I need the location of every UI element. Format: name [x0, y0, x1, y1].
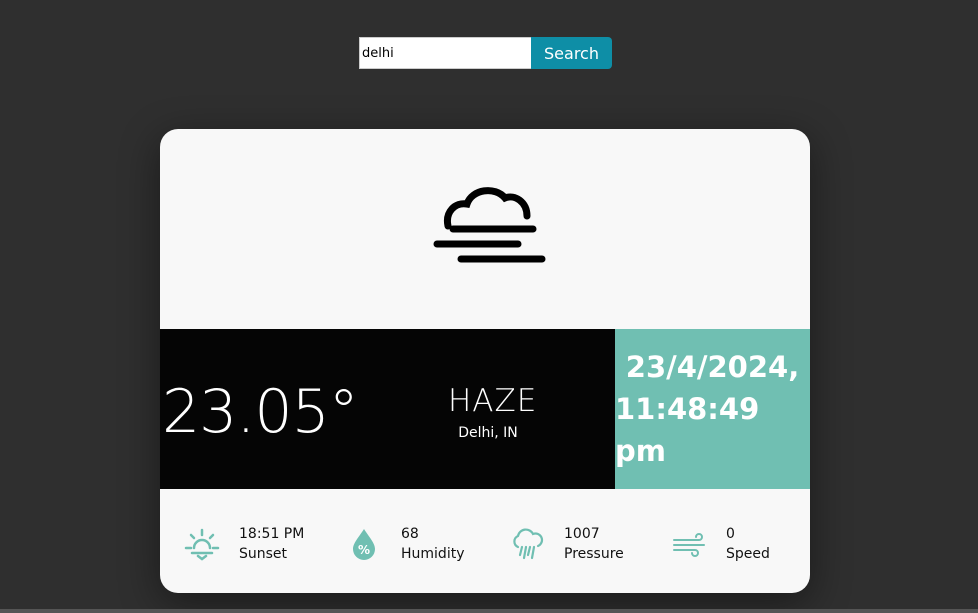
humidity-value: 68 [401, 526, 419, 542]
wind-icon [669, 524, 709, 564]
stat-pressure: 1007 Pressure [507, 524, 624, 564]
temperature: 23.05° [162, 377, 359, 447]
stat-humidity: % 68 Humidity [344, 524, 464, 564]
pressure-value: 1007 [564, 526, 600, 542]
weather-summary: 23.05° HAZE Delhi, IN [160, 329, 615, 489]
location: Delhi, IN [458, 425, 518, 441]
humidity-icon: % [344, 524, 384, 564]
condition-block: HAZE Delhi, IN [448, 383, 538, 441]
weather-icon-area [160, 129, 810, 329]
search-bar: Search [359, 37, 612, 69]
search-input[interactable] [359, 37, 531, 69]
haze-icon [433, 187, 546, 263]
search-button[interactable]: Search [531, 37, 612, 69]
humidity-label: Humidity [401, 546, 465, 562]
pressure-label: Pressure [564, 546, 624, 562]
sunset-value: 18:51 PM [239, 526, 305, 542]
bottom-strip [0, 609, 978, 613]
stat-sunset: 18:51 PM Sunset [182, 524, 304, 564]
date: 23/4/2024, [625, 350, 800, 384]
svg-text:%: % [358, 543, 370, 557]
time: 11:48:49 pm [615, 392, 760, 468]
sunset-label: Sunset [239, 546, 288, 562]
sunset-icon [182, 524, 222, 564]
datetime-panel: 23/4/2024, 11:48:49 pm [615, 329, 810, 489]
rain-cloud-icon [507, 524, 547, 564]
speed-label: Speed [726, 546, 770, 562]
speed-value: 0 [726, 526, 735, 542]
weather-band: 23.05° HAZE Delhi, IN 23/4/2024, 11:48:4… [160, 329, 810, 489]
condition: HAZE [448, 383, 538, 419]
stat-speed: 0 Speed [669, 524, 770, 564]
